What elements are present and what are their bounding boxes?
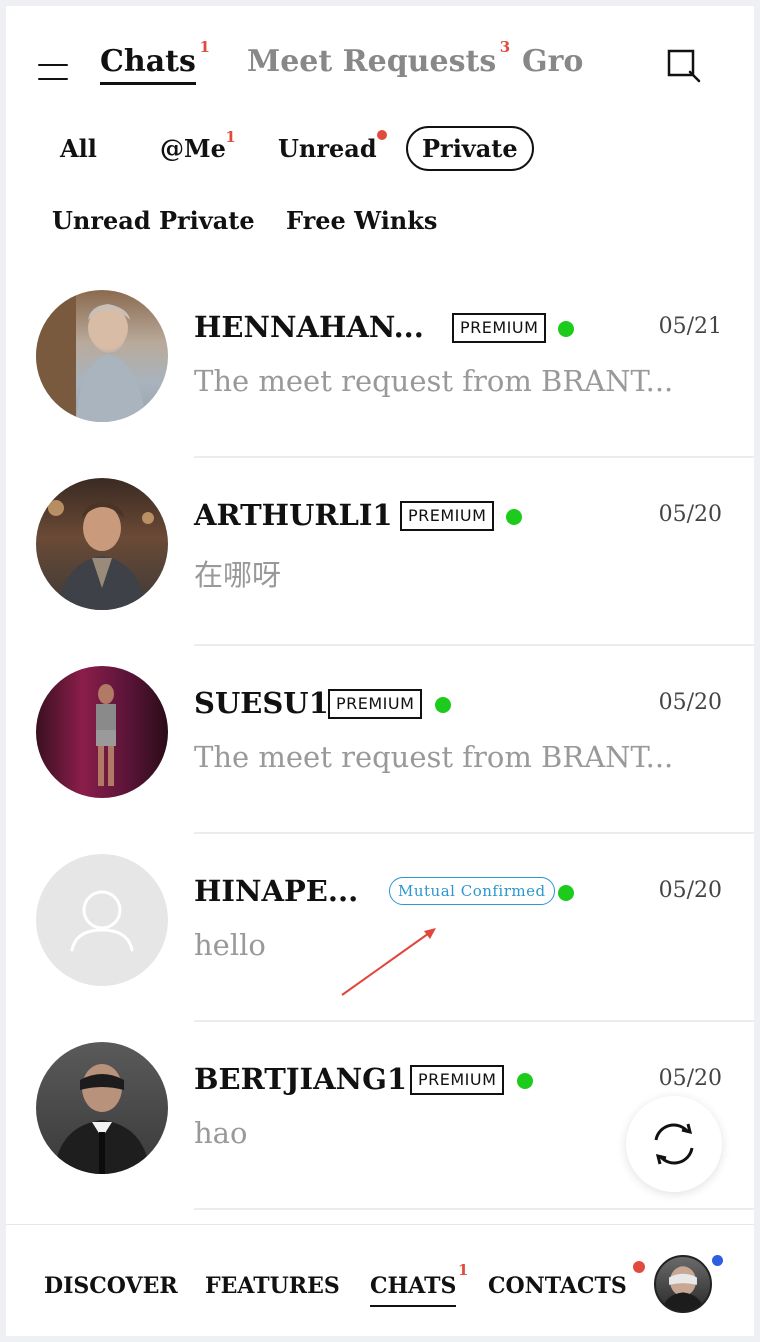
chat-date: 05/21: [658, 314, 722, 339]
tab-chats-label: Chats: [100, 44, 196, 79]
contact-name: SUESU1: [194, 686, 329, 720]
contact-name: HINAPE...: [194, 874, 359, 908]
filter-private[interactable]: Private: [406, 126, 534, 171]
default-avatar-icon: [36, 854, 168, 986]
nav-chats-label: CHATS: [370, 1273, 457, 1299]
filter-all[interactable]: All: [60, 134, 97, 163]
nav-chats[interactable]: CHATS 1: [370, 1261, 468, 1307]
search-icon[interactable]: [666, 48, 702, 84]
tab-groups[interactable]: Grou: [522, 44, 584, 88]
app-frame: Chats 1 Meet Requests 3 Grou All @Me 1 U…: [6, 6, 754, 1336]
filter-private-label: Private: [422, 134, 518, 163]
tab-groups-label: Grou: [522, 44, 584, 79]
avatar: [36, 478, 168, 610]
chat-row[interactable]: SUESU1 PREMIUM 05/20 The meet request fr…: [6, 646, 754, 834]
online-indicator: [435, 697, 451, 713]
nav-discover[interactable]: DISCOVER: [44, 1273, 178, 1299]
chat-row[interactable]: HENNAHAN... PREMIUM 05/21 The meet reque…: [6, 270, 754, 458]
filter-at-me-label: @Me: [160, 134, 226, 163]
nav-discover-label: DISCOVER: [44, 1273, 178, 1299]
annotation-arrow-icon: [341, 928, 436, 996]
contact-name: ARTHURLI1: [194, 498, 393, 532]
premium-badge: PREMIUM: [328, 689, 423, 719]
premium-badge: PREMIUM: [452, 313, 547, 343]
filter-unread-private[interactable]: Unread Private: [52, 206, 255, 235]
avatar: [36, 666, 168, 798]
online-indicator: [506, 509, 522, 525]
filter-unread-label: Unread: [278, 134, 377, 163]
last-message: The meet request from BRANT...: [194, 740, 674, 774]
last-message: hao: [194, 1116, 248, 1150]
chat-date: 05/20: [658, 878, 722, 903]
nav-chats-badge: 1: [457, 1261, 469, 1279]
filter-at-me-badge: 1: [225, 128, 236, 146]
filter-all-label: All: [60, 134, 97, 163]
last-message: The meet request from BRANT...: [194, 364, 674, 398]
tab-meet-requests-label: Meet Requests: [247, 44, 497, 79]
last-message: 在哪呀: [194, 558, 282, 592]
nav-contacts-dot: [632, 1261, 645, 1273]
chat-date: 05/20: [658, 1066, 722, 1091]
contact-name: HENNAHAN...: [194, 310, 424, 344]
bottom-nav: DISCOVER FEATURES CHATS 1 CONTACTS: [6, 1224, 754, 1336]
filter-unread[interactable]: Unread: [278, 130, 387, 163]
avatar: [36, 290, 168, 422]
profile-avatar[interactable]: [654, 1255, 712, 1313]
hamburger-menu-icon[interactable]: [38, 64, 68, 84]
filter-unread-private-label: Unread Private: [52, 206, 255, 235]
refresh-icon: [654, 1123, 694, 1165]
profile-status-dot: [712, 1255, 723, 1266]
nav-contacts[interactable]: CONTACTS: [488, 1261, 645, 1299]
online-indicator: [517, 1073, 533, 1089]
chat-date: 05/20: [658, 502, 722, 527]
contact-name: BERTJIANG1: [194, 1062, 408, 1096]
divider: [194, 1208, 754, 1210]
last-message: hello: [194, 928, 266, 962]
nav-features-label: FEATURES: [205, 1273, 340, 1299]
online-indicator: [558, 321, 574, 337]
filter-at-me[interactable]: @Me 1: [160, 128, 236, 163]
chat-row[interactable]: ARTHURLI1 PREMIUM 05/20 在哪呀: [6, 458, 754, 646]
refresh-button[interactable]: [626, 1096, 722, 1192]
tab-chats-badge: 1: [199, 38, 210, 56]
filter-free-winks[interactable]: Free Winks: [286, 206, 437, 235]
tab-meet-requests-badge: 3: [499, 38, 511, 56]
filter-unread-dot: [376, 130, 387, 140]
avatar: [36, 1042, 168, 1174]
tab-chats[interactable]: Chats 1: [100, 38, 210, 85]
nav-contacts-label: CONTACTS: [488, 1273, 627, 1299]
nav-features[interactable]: FEATURES: [205, 1273, 340, 1299]
premium-badge: PREMIUM: [410, 1065, 505, 1095]
premium-badge: PREMIUM: [400, 501, 495, 531]
filter-free-winks-label: Free Winks: [286, 206, 438, 235]
tab-meet-requests[interactable]: Meet Requests 3: [247, 38, 510, 79]
mutual-confirmed-badge: Mutual Confirmed: [389, 877, 555, 905]
online-indicator: [558, 885, 574, 901]
chat-date: 05/20: [658, 690, 722, 715]
